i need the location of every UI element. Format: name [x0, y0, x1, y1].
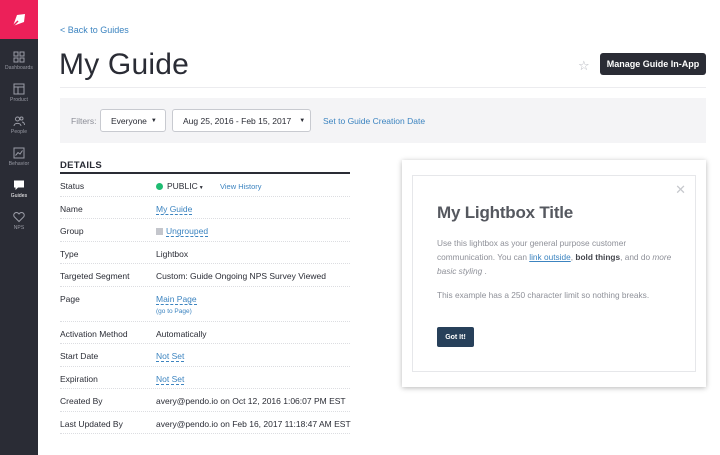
back-to-guides-link[interactable]: < Back to Guides: [60, 25, 129, 35]
caret-down-icon: ▼: [299, 117, 306, 124]
sidebar-item-label: People: [10, 129, 28, 135]
sidebar-item-guides[interactable]: Guides: [0, 173, 38, 205]
close-icon[interactable]: ✕: [675, 182, 686, 198]
activation-value: Automatically: [156, 328, 207, 339]
view-history-link[interactable]: View History: [220, 182, 262, 191]
sidebar: Dashboards Product People Behavior Guide…: [0, 0, 38, 455]
group-label: Group: [60, 226, 84, 236]
sidebar-item-label: NPS: [13, 225, 25, 231]
pendo-logo[interactable]: [0, 0, 38, 39]
caret-down-icon: ▼: [150, 117, 157, 124]
type-label: Type: [60, 248, 79, 259]
sidebar-item-behavior[interactable]: Behavior: [0, 141, 38, 173]
segment-label: Targeted Segment: [60, 271, 130, 281]
start-date-field[interactable]: Not Set: [156, 351, 185, 362]
star-icon[interactable]: ☆: [578, 58, 590, 74]
caret-down-icon: ▼: [198, 185, 204, 191]
detail-row-updated-by: Last Updated By avery@pendo.io on Feb 16…: [60, 412, 351, 434]
detail-row-status: Status PUBLIC▼ View History: [60, 174, 350, 197]
page-field[interactable]: Main Page: [156, 293, 197, 305]
group-color-icon: [156, 228, 163, 235]
set-guide-creation-date-link[interactable]: Set to Guide Creation Date: [323, 116, 425, 126]
sidebar-item-dashboards[interactable]: Dashboards: [0, 45, 38, 77]
detail-row-start-date: Start Date Not Set: [60, 344, 350, 367]
lightbox-body-text: .: [482, 266, 487, 276]
expiration-field[interactable]: Not Set: [156, 373, 185, 385]
filters-bar: Filters: Everyone ▼ Aug 25, 2016 - Feb 1…: [60, 98, 706, 143]
detail-row-type: Type Lightbox: [60, 242, 350, 264]
updated-by-value: avery@pendo.io on Feb 16, 2017 11:18:47 …: [156, 418, 351, 429]
created-by-value: avery@pendo.io on Oct 12, 2016 1:06:07 P…: [156, 396, 346, 406]
lightbox-link[interactable]: link outside: [529, 252, 571, 262]
sidebar-item-nps[interactable]: NPS: [0, 205, 38, 237]
created-by-label: Created By: [60, 396, 103, 406]
lightbox-body: Use this lightbox as your general purpos…: [437, 236, 685, 278]
detail-row-name: Name My Guide: [60, 197, 350, 219]
divider: [60, 87, 706, 88]
updated-by-label: Last Updated By: [60, 418, 123, 429]
got-it-button[interactable]: Got It!: [437, 327, 474, 347]
manage-guide-in-app-button[interactable]: Manage Guide In-App: [600, 53, 706, 75]
segment-value: Custom: Guide Ongoing NPS Survey Viewed: [156, 271, 326, 281]
product-icon: [13, 83, 25, 95]
guides-icon: [14, 180, 24, 190]
filters-label: Filters:: [71, 116, 97, 126]
dashboard-icon: [13, 51, 25, 63]
detail-row-group: Group Ungrouped: [60, 219, 350, 242]
detail-row-page: Page Main Page (go to Page): [60, 287, 350, 322]
guide-preview: ✕ My Lightbox Title Use this lightbox as…: [402, 160, 706, 387]
activation-label: Activation Method: [60, 328, 128, 339]
page-label: Page: [60, 293, 80, 304]
main-content: < Back to Guides My Guide ☆ Manage Guide…: [38, 0, 720, 455]
name-label: Name: [60, 203, 83, 214]
behavior-icon: [13, 147, 25, 159]
sidebar-item-label: Behavior: [8, 161, 30, 167]
sidebar-item-label: Dashboards: [5, 65, 33, 71]
status-label: Status: [60, 181, 85, 191]
sidebar-item-label: Guides: [10, 193, 28, 199]
detail-row-expiration: Expiration Not Set: [60, 367, 350, 389]
status-value: PUBLIC: [167, 181, 198, 191]
lightbox-bold-text: bold things: [575, 252, 621, 262]
logo-icon: [12, 13, 25, 27]
lightbox-title: My Lightbox Title: [437, 203, 574, 222]
sidebar-item-label: Product: [10, 97, 28, 103]
go-to-page-link[interactable]: (go to Page): [156, 308, 192, 315]
group-field[interactable]: Ungrouped: [166, 226, 209, 237]
sidebar-item-people[interactable]: People: [0, 109, 38, 141]
type-value: Lightbox: [156, 248, 189, 259]
status-dropdown[interactable]: PUBLIC▼: [156, 181, 204, 191]
date-range-value: Aug 25, 2016 - Feb 15, 2017: [183, 115, 292, 126]
detail-row-activation: Activation Method Automatically: [60, 322, 350, 344]
start-date-label: Start Date: [60, 351, 99, 361]
lightbox-body-text: , and do: [620, 252, 653, 262]
audience-value: Everyone: [111, 115, 147, 126]
status-dot-icon: [156, 183, 163, 190]
guide-name-field[interactable]: My Guide: [156, 203, 193, 215]
details-table: DETAILS Status PUBLIC▼ View History Name…: [60, 160, 351, 434]
date-range-dropdown[interactable]: Aug 25, 2016 - Feb 15, 2017 ▼: [172, 109, 311, 132]
expiration-label: Expiration: [60, 373, 98, 384]
people-icon: [13, 116, 25, 127]
lightbox-note: This example has a 250 character limit s…: [437, 290, 650, 300]
page-title: My Guide: [59, 48, 189, 81]
detail-row-segment: Targeted Segment Custom: Guide Ongoing N…: [60, 264, 350, 287]
sidebar-item-product[interactable]: Product: [0, 77, 38, 109]
audience-dropdown[interactable]: Everyone ▼: [100, 109, 166, 132]
lightbox: ✕ My Lightbox Title Use this lightbox as…: [412, 175, 696, 372]
detail-row-created-by: Created By avery@pendo.io on Oct 12, 201…: [60, 389, 350, 412]
details-heading: DETAILS: [60, 160, 350, 174]
heart-icon: [13, 211, 25, 223]
